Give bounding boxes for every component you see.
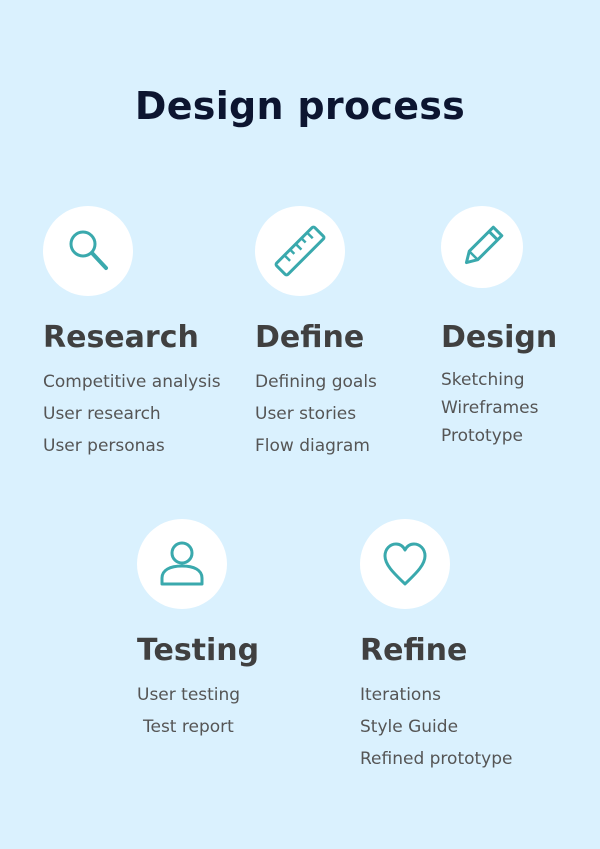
stage-research: Research Competitive analysis User resea… xyxy=(43,206,221,462)
stage-design: Design Sketching Wireframes Prototype xyxy=(441,206,557,450)
stage-items: Iterations Style Guide Refined prototype xyxy=(360,679,513,775)
list-item: Sketching xyxy=(441,370,525,390)
stage-items: Defining goals User stories Flow diagram xyxy=(255,366,377,462)
list-item: Prototype xyxy=(441,426,524,446)
page-title: Design process xyxy=(134,84,466,128)
list-item: Test report xyxy=(143,717,234,737)
user-icon xyxy=(160,541,204,586)
stage-refine: Refine Iterations Style Guide Refined pr… xyxy=(360,519,513,775)
heart-icon xyxy=(383,542,427,586)
icon-circle xyxy=(255,206,345,296)
list-item: User stories xyxy=(255,404,357,424)
stage-title: Testing xyxy=(137,633,260,668)
stage-title: Refine xyxy=(360,633,468,668)
pencil-icon xyxy=(464,225,504,265)
list-item: User research xyxy=(43,404,161,424)
stage-items: Sketching Wireframes Prototype xyxy=(441,366,557,450)
list-item: Style Guide xyxy=(360,717,459,737)
icon-circle xyxy=(441,206,523,288)
list-item: Iterations xyxy=(360,685,441,705)
ruler-icon xyxy=(274,225,326,277)
icon-circle xyxy=(360,519,450,609)
stage-title: Design xyxy=(441,320,558,355)
stage-title: Research xyxy=(43,320,199,355)
list-item: Defining goals xyxy=(255,372,377,392)
icon-circle xyxy=(137,519,227,609)
list-item: Refined prototype xyxy=(360,749,513,769)
list-item: Flow diagram xyxy=(255,436,370,456)
magnifier-icon xyxy=(69,230,108,270)
list-item: User personas xyxy=(43,436,165,456)
list-item: User testing xyxy=(137,685,241,705)
icon-circle xyxy=(43,206,133,296)
stage-title: Define xyxy=(255,320,365,355)
stage-testing: Testing User testing Test report xyxy=(137,519,259,743)
stage-items: Competitive analysis User research User … xyxy=(43,366,221,462)
stage-items: User testing Test report xyxy=(137,679,259,743)
stage-define: Define Defining goals User stories Flow … xyxy=(255,206,377,462)
list-item: Competitive analysis xyxy=(43,372,221,392)
list-item: Wireframes xyxy=(441,398,539,418)
